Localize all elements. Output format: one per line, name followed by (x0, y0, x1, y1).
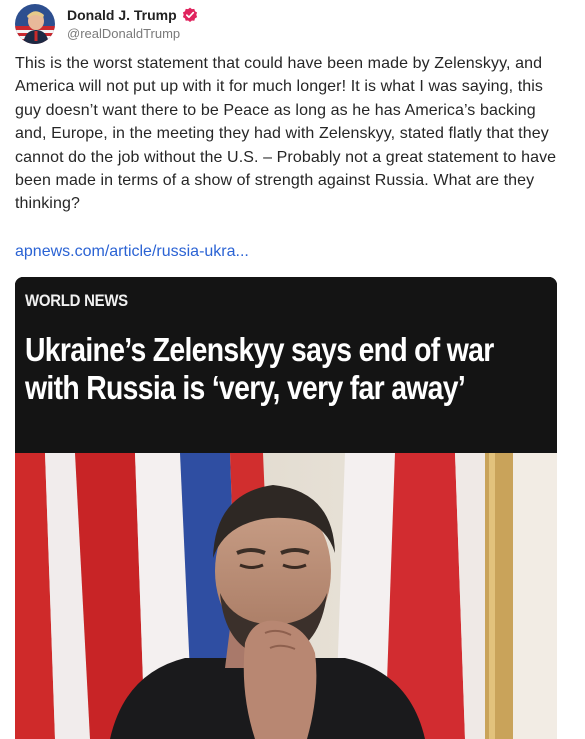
card-photo (15, 453, 557, 739)
author-name[interactable]: Donald J. Trump (67, 6, 177, 24)
card-category: WORLD NEWS (25, 291, 128, 310)
card-header: WORLD NEWS Ukraine’s Zelenskyy says end … (15, 277, 557, 453)
post-text: This is the worst statement that could h… (15, 55, 557, 213)
author-handle[interactable]: @realDonaldTrump (67, 25, 198, 42)
user-avatar-icon (15, 4, 55, 44)
avatar[interactable] (15, 4, 55, 44)
author-info: Donald J. Trump @realDonaldTrump (67, 6, 198, 42)
article-link[interactable]: apnews.com/article/russia-ukra... (15, 240, 249, 263)
verified-badge-icon (182, 7, 198, 23)
author-name-row: Donald J. Trump (67, 6, 198, 24)
card-headline: Ukraine’s Zelenskyy says end of war with… (25, 331, 494, 406)
post-header: Donald J. Trump @realDonaldTrump (15, 2, 570, 46)
link-preview-card[interactable]: WORLD NEWS Ukraine’s Zelenskyy says end … (15, 277, 557, 739)
article-photo (15, 453, 557, 739)
